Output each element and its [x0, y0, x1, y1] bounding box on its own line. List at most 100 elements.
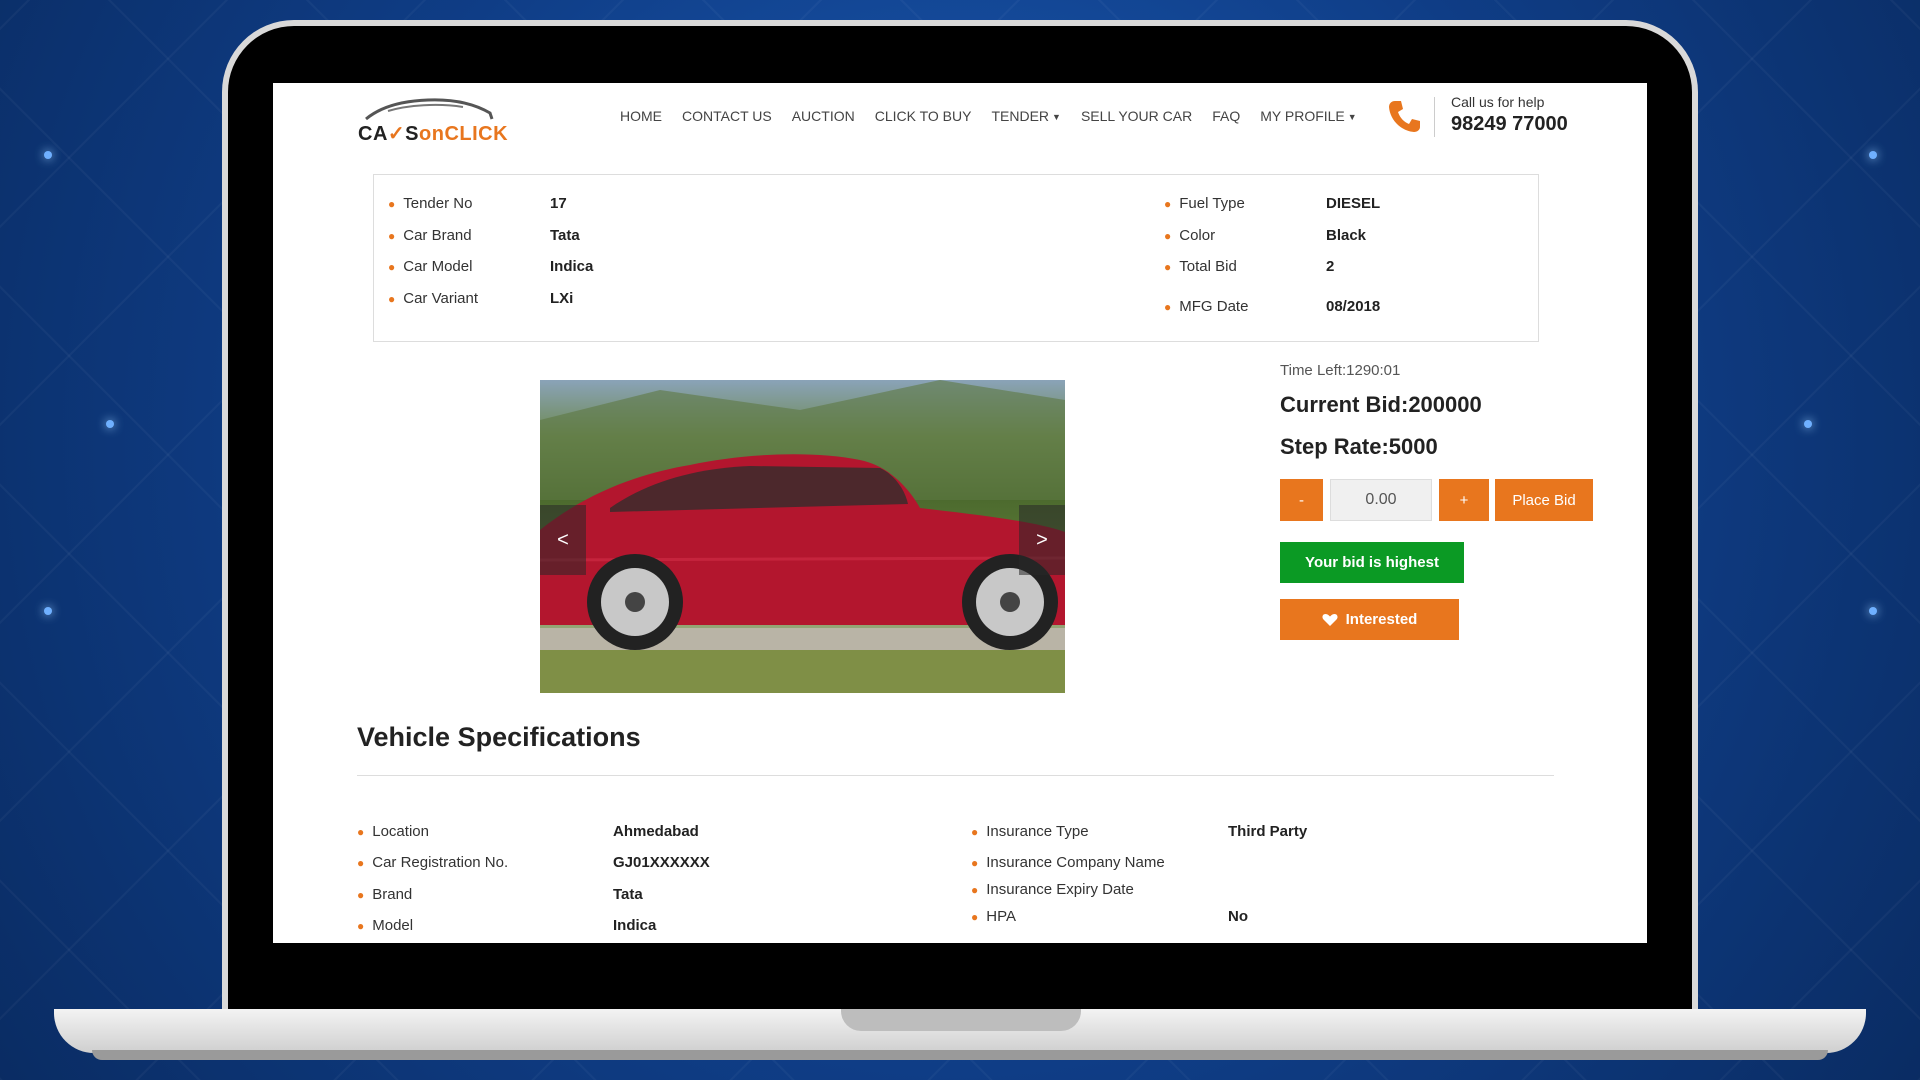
bullet-icon: ●: [1164, 229, 1172, 243]
nav-item-click-to-buy[interactable]: CLICK TO BUY: [875, 108, 972, 124]
tender-label: Car Variant: [403, 290, 479, 307]
chevron-right-icon: >: [1036, 528, 1048, 551]
caret-down-icon: ▼: [1347, 112, 1357, 123]
laptop-base-shadow: [92, 1050, 1828, 1060]
tender-label-car-brand: ● Car Brand: [388, 227, 472, 244]
bullet-icon: ●: [1164, 260, 1172, 274]
bullet-icon: ●: [357, 825, 365, 839]
spec-label: Car Registration No.: [372, 854, 509, 871]
spec-label-insurance-expiry: ● Insurance Expiry Date: [971, 881, 1134, 898]
tender-label: Tender No: [403, 195, 473, 212]
spec-label: HPA: [986, 908, 1016, 925]
spec-value-registration-no: GJ01XXXXXX: [613, 854, 710, 871]
logo-text-tick: ✓: [387, 123, 406, 145]
background-dot: [44, 607, 52, 615]
tender-label: MFG Date: [1179, 298, 1249, 315]
nav-item-sell-your-car[interactable]: SELL YOUR CAR: [1081, 108, 1192, 124]
nav-item-label: HOME: [620, 108, 662, 124]
car-image-carousel: < >: [540, 380, 1065, 693]
phone-icon[interactable]: [1385, 97, 1423, 135]
tender-value-car-brand: Tata: [550, 227, 580, 244]
tender-value-color: Black: [1326, 227, 1367, 244]
bullet-icon: ●: [357, 888, 365, 902]
bid-amount-input[interactable]: [1330, 479, 1432, 521]
site-logo[interactable]: CA✓SonCLICK: [358, 91, 508, 147]
help-divider: [1434, 97, 1435, 137]
tender-value-car-model: Indica: [550, 258, 594, 275]
step-rate: Step Rate:5000: [1280, 434, 1438, 459]
bullet-icon: ●: [388, 292, 396, 306]
tender-label: Fuel Type: [1179, 195, 1245, 212]
background-dot: [44, 151, 52, 159]
tender-label-fuel-type: ● Fuel Type: [1164, 195, 1245, 212]
bullet-icon: ●: [971, 856, 979, 870]
bullet-icon: ●: [388, 260, 396, 274]
logo-text-part3: CLICK: [444, 123, 509, 145]
spec-label-brand: ● Brand: [357, 886, 412, 903]
tender-label-tender-no: ● Tender No: [388, 195, 472, 212]
interested-label: Interested: [1345, 611, 1418, 628]
nav-item-label: MY PROFILE: [1260, 108, 1345, 124]
caret-down-icon: ▼: [1052, 112, 1061, 123]
nav-item-label: FAQ: [1212, 108, 1241, 124]
interested-button[interactable]: Interested: [1280, 599, 1459, 640]
help-label: Call us for help: [1451, 94, 1545, 110]
nav-item-my-profile[interactable]: MY PROFILE ▼: [1260, 108, 1356, 124]
tender-label-total-bid: ● Total Bid: [1164, 258, 1237, 275]
tender-value-tender-no: 17: [550, 195, 567, 212]
tender-label-mfg-date: ● MFG Date: [1164, 298, 1248, 315]
carousel-next-button[interactable]: >: [1019, 505, 1065, 575]
place-bid-button[interactable]: Place Bid: [1495, 479, 1593, 521]
browser-screen: CA✓SonCLICK HOME CONTACT US AUCTION CLIC…: [273, 83, 1647, 943]
spec-label: Location: [372, 823, 429, 840]
spec-label-location: ● Location: [357, 823, 429, 840]
spec-label: Insurance Type: [986, 823, 1089, 840]
decrement-bid-button[interactable]: -: [1280, 479, 1323, 521]
heart-icon: [1322, 613, 1338, 626]
background-dot: [106, 420, 114, 428]
logo-text-part2: on: [419, 123, 445, 145]
bullet-icon: ●: [357, 856, 365, 870]
section-title: Vehicle Specifications: [357, 722, 641, 752]
increment-bid-button[interactable]: +: [1439, 479, 1489, 521]
car-photo: [540, 380, 1065, 693]
background-dot: [1804, 420, 1812, 428]
nav-item-auction[interactable]: AUCTION: [792, 108, 855, 124]
tender-label: Total Bid: [1179, 258, 1237, 275]
tender-value-total-bid: 2: [1326, 258, 1335, 275]
tender-details-box: ● Tender No 17 ● Car Brand Tata ● Car Model…: [373, 174, 1539, 342]
bullet-icon: ●: [1164, 300, 1172, 314]
spec-label-model: ● Model: [357, 917, 413, 934]
nav-item-home[interactable]: HOME: [620, 108, 662, 124]
tender-value-mfg-date: 08/2018: [1326, 298, 1381, 315]
spec-label-insurance-type: ● Insurance Type: [971, 823, 1089, 840]
carousel-prev-button[interactable]: <: [540, 505, 586, 575]
logo-text-part1: CA: [358, 123, 388, 145]
background-dot: [1869, 151, 1877, 159]
tender-value-car-variant: LXi: [550, 290, 574, 307]
bid-status-badge: Your bid is highest: [1280, 542, 1464, 583]
chevron-left-icon: <: [557, 528, 569, 551]
tender-label-color: ● Color: [1164, 227, 1215, 244]
nav-item-label: AUCTION: [791, 108, 855, 124]
nav-item-contact-us[interactable]: CONTACT US: [682, 108, 772, 124]
logo-text-part1b: S: [405, 123, 419, 145]
current-bid: Current Bid:200000: [1280, 392, 1482, 417]
spec-value-hpa: No: [1228, 908, 1248, 925]
tender-label: Car Brand: [403, 227, 472, 244]
section-divider: [357, 775, 1554, 776]
nav-item-label: TENDER: [991, 108, 1050, 124]
spec-value-location: Ahmedabad: [613, 823, 699, 840]
bullet-icon: ●: [971, 910, 979, 924]
spec-value-insurance-type: Third Party: [1228, 823, 1308, 840]
nav-item-faq[interactable]: FAQ: [1212, 108, 1240, 124]
spec-value-brand: Tata: [613, 886, 643, 903]
bullet-icon: ●: [1164, 197, 1172, 211]
spec-label-hpa: ● HPA: [971, 908, 1016, 925]
nav-item-tender[interactable]: TENDER ▼: [991, 108, 1060, 124]
spec-label: Insurance Company Name: [986, 854, 1165, 871]
background-dot: [1869, 607, 1877, 615]
spec-label-registration-no: ● Car Registration No.: [357, 854, 508, 871]
main-nav: HOME CONTACT US AUCTION CLICK TO BUY TEN…: [620, 108, 1357, 124]
help-phone-number[interactable]: 98249 77000: [1451, 113, 1568, 136]
